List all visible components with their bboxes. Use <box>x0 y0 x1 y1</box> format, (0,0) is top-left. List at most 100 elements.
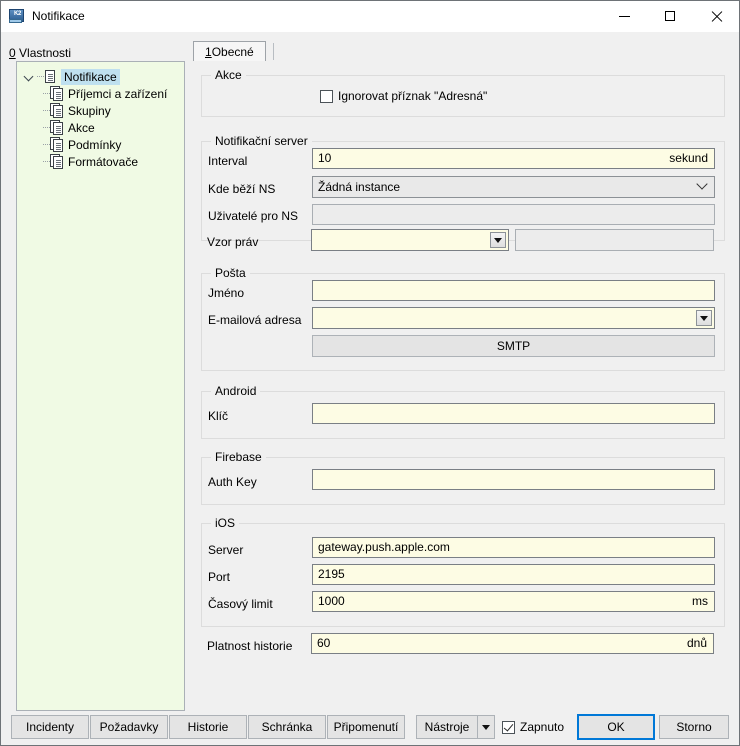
tree-connector <box>43 87 50 100</box>
ios-server-value: gateway.push.apple.com <box>318 540 450 554</box>
tree-item-skupiny[interactable]: Skupiny <box>17 102 184 119</box>
ios-timeout-suffix: ms <box>692 592 708 611</box>
checkbox-box[interactable] <box>502 721 515 734</box>
group-akce-title: Akce <box>211 68 246 82</box>
tree-item-akce[interactable]: Akce <box>17 119 184 136</box>
properties-label-text: Vlastnosti <box>16 46 71 60</box>
klic-label: Klíč <box>208 409 228 423</box>
smtp-button[interactable]: SMTP <box>312 335 715 357</box>
ok-button[interactable]: OK <box>577 714 655 740</box>
klic-input[interactable] <box>312 403 715 424</box>
tree-item-formatovace[interactable]: Formátovače <box>17 153 184 170</box>
minimize-button[interactable] <box>601 1 647 31</box>
group-posta: Pošta Jméno E-mailová adresa SMTP <box>201 273 725 371</box>
historie-button[interactable]: Historie <box>169 715 247 739</box>
ios-timeout-input[interactable]: 1000 ms <box>312 591 715 612</box>
platnost-historie-input[interactable]: 60 dnů <box>311 633 714 654</box>
jmeno-label: Jméno <box>208 286 244 300</box>
ios-port-input[interactable]: 2195 <box>312 564 715 585</box>
incidenty-button-label: Incidenty <box>26 720 74 734</box>
nastroje-dropdown-button[interactable] <box>478 715 495 739</box>
window-client-area: 0 Vlastnosti Notifikace <box>1 32 739 745</box>
platnost-historie-value: 60 <box>317 636 330 650</box>
tab-strip: 1 Obecné <box>193 40 274 62</box>
tree-item-label: Skupiny <box>68 104 111 118</box>
tree-connector <box>43 104 50 117</box>
jmeno-input[interactable] <box>312 280 715 301</box>
tree-connector <box>43 121 50 134</box>
pripomenuti-button-label: Připomenutí <box>334 720 399 734</box>
ios-port-value: 2195 <box>318 567 345 581</box>
email-label: E-mailová adresa <box>208 313 301 327</box>
kde-bezi-ns-value: Žádná instance <box>318 180 400 194</box>
group-android: Android Klíč <box>201 391 725 439</box>
chevron-down-icon[interactable] <box>698 184 706 192</box>
incidenty-button[interactable]: Incidenty <box>11 715 89 739</box>
email-select[interactable] <box>312 307 715 329</box>
tree-connector <box>37 70 44 83</box>
tree-item-podminky[interactable]: Podmínky <box>17 136 184 153</box>
group-android-title: Android <box>211 384 260 398</box>
minimize-icon <box>619 16 630 17</box>
tab-obecne[interactable]: 1 Obecné <box>193 41 266 62</box>
schranka-button[interactable]: Schránka <box>248 715 326 739</box>
document-icon <box>50 86 63 101</box>
close-icon <box>711 11 722 22</box>
maximize-icon <box>665 11 675 21</box>
chevron-down-icon[interactable] <box>23 70 36 83</box>
checkbox-label: Ignorovat příznak "Adresná" <box>338 89 487 103</box>
vzor-prav-select[interactable] <box>311 229 509 251</box>
close-button[interactable] <box>693 1 739 31</box>
document-icon <box>50 103 63 118</box>
dropdown-button[interactable] <box>490 232 506 248</box>
properties-accel: 0 <box>9 46 16 60</box>
dropdown-button[interactable] <box>696 310 712 326</box>
nastroje-button[interactable]: Nástroje <box>416 715 478 739</box>
storno-button[interactable]: Storno <box>659 715 729 739</box>
tree-item-label: Akce <box>68 121 95 135</box>
maximize-button[interactable] <box>647 1 693 31</box>
smtp-button-label: SMTP <box>497 339 530 353</box>
checkbox-box[interactable] <box>320 90 333 103</box>
pripomenuti-button[interactable]: Připomenutí <box>327 715 405 739</box>
ios-timeout-label: Časový limit <box>208 597 273 611</box>
ios-port-label: Port <box>208 570 230 584</box>
interval-label: Interval <box>208 154 247 168</box>
interval-input[interactable]: 10 sekund <box>312 148 715 169</box>
tree-connector <box>43 155 50 168</box>
tree-item-notifikace[interactable]: Notifikace <box>17 68 184 85</box>
tree-connector <box>43 138 50 151</box>
ios-server-label: Server <box>208 543 243 557</box>
uzivatele-pro-ns-input[interactable] <box>312 204 715 225</box>
kde-bezi-ns-label: Kde běží NS <box>208 182 275 196</box>
properties-pane-label: 0 Vlastnosti <box>9 46 71 60</box>
platnost-historie-label: Platnost historie <box>207 639 292 653</box>
document-icon <box>50 120 63 135</box>
notifications-settings-window: K2 Notifikace 0 Vlastnosti Notifikac <box>0 0 740 746</box>
auth-key-input[interactable] <box>312 469 715 490</box>
document-icon <box>50 154 63 169</box>
tab-accel: 1 <box>205 45 212 59</box>
vzor-prav-secondary-input[interactable] <box>515 229 714 251</box>
properties-tree[interactable]: Notifikace Příjemci a zařízení <box>16 61 185 711</box>
pozadavky-button[interactable]: Požadavky <box>90 715 168 739</box>
nastroje-button-label: Nástroje <box>425 720 470 734</box>
zapnuto-checkbox[interactable]: Zapnuto <box>502 720 564 734</box>
zapnuto-label: Zapnuto <box>520 720 564 734</box>
group-posta-title: Pošta <box>211 266 250 280</box>
ios-server-input[interactable]: gateway.push.apple.com <box>312 537 715 558</box>
settings-pane: 1 Obecné Akce Ignorovat příznak "Adresná… <box>189 32 739 745</box>
kde-bezi-ns-select[interactable]: Žádná instance <box>312 176 715 198</box>
uzivatele-pro-ns-label: Uživatelé pro NS <box>208 209 298 223</box>
tree-item-label: Formátovače <box>68 155 138 169</box>
ignore-adresna-checkbox[interactable]: Ignorovat příznak "Adresná" <box>320 89 487 103</box>
group-notification-server-title: Notifikační server <box>211 134 312 148</box>
auth-key-label: Auth Key <box>208 475 257 489</box>
tree-item-prijemci-a-zarizeni[interactable]: Příjemci a zařízení <box>17 85 184 102</box>
group-firebase: Firebase Auth Key <box>201 457 725 505</box>
document-icon <box>44 69 57 84</box>
document-icon <box>50 137 63 152</box>
pozadavky-button-label: Požadavky <box>100 720 159 734</box>
ok-button-label: OK <box>607 720 624 734</box>
group-ios: iOS Server gateway.push.apple.com Port 2… <box>201 523 725 627</box>
